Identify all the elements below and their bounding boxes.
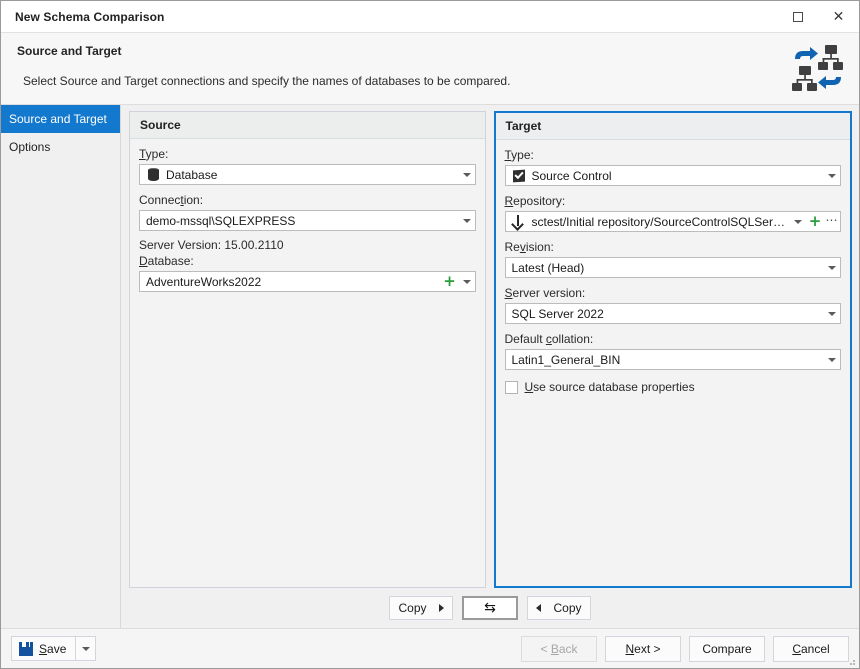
- chevron-down-icon[interactable]: [824, 266, 840, 270]
- window-controls: ✕: [777, 1, 859, 32]
- source-connection-label: Connection:: [139, 193, 204, 207]
- save-split-button: Save: [11, 636, 97, 661]
- source-type-value: Database: [166, 167, 218, 182]
- source-type-combo[interactable]: Database: [139, 164, 476, 185]
- target-type-value: Source Control: [531, 168, 612, 183]
- next-label: Next >: [625, 641, 661, 656]
- target-revision-value: Latest (Head): [511, 260, 585, 275]
- chevron-down-icon: [78, 647, 94, 651]
- source-panel-body: Type: Database Connection: demo-mssql\SQ…: [130, 139, 485, 587]
- swap-source-target-button[interactable]: ⇆: [462, 596, 518, 620]
- save-button[interactable]: Save: [11, 636, 77, 661]
- target-repository-label: Repository:: [504, 194, 566, 208]
- dialog-body: Source and Target Options Source Type: D…: [1, 105, 859, 628]
- target-collation-label: Default collation:: [504, 332, 594, 346]
- page-header: Source and Target Select Source and Targ…: [1, 32, 859, 105]
- swap-arrows-icon: ⇆: [484, 600, 496, 616]
- target-repository-combo[interactable]: sctest/Initial repository/SourceControlS…: [504, 211, 841, 232]
- arrow-right-icon: [439, 604, 444, 612]
- target-revision-label: Revision:: [504, 240, 554, 254]
- save-floppy-icon: [19, 641, 33, 656]
- sidebar-item-label: Options: [9, 140, 51, 154]
- plus-icon[interactable]: +: [441, 274, 459, 289]
- source-type-label: Type:: [139, 147, 169, 161]
- sidebar-nav: Source and Target Options: [1, 105, 121, 628]
- page-description: Select Source and Target connections and…: [23, 74, 511, 88]
- resize-grip[interactable]: [846, 655, 856, 665]
- source-database-value: AdventureWorks2022: [146, 274, 262, 289]
- database-icon: [144, 168, 162, 181]
- target-revision-combo[interactable]: Latest (Head): [504, 257, 841, 278]
- target-type-combo[interactable]: Source Control: [504, 165, 841, 186]
- chevron-down-icon[interactable]: [824, 174, 840, 178]
- maximize-button[interactable]: [777, 1, 818, 32]
- window-title: New Schema Comparison: [15, 9, 165, 24]
- copy-to-target-label: Copy: [398, 601, 427, 615]
- use-source-properties-row[interactable]: Use source database properties: [504, 380, 842, 394]
- sidebar-item-label: Source and Target: [9, 112, 107, 126]
- dialog-footer: Save < Back Next > Compare Cancel: [1, 628, 859, 668]
- back-label: < Back: [540, 641, 578, 656]
- source-panel-title: Source: [130, 112, 485, 139]
- target-collation-value: Latin1_General_BIN: [511, 352, 621, 367]
- source-control-icon: [510, 169, 528, 182]
- sidebar-item-source-and-target[interactable]: Source and Target: [1, 105, 120, 133]
- target-panel: Target Type: Source Control Repository: …: [493, 111, 852, 588]
- source-connection-value: demo-mssql\SQLEXPRESS: [146, 213, 296, 228]
- wizard-nav-buttons: < Back Next > Compare Cancel: [521, 635, 849, 662]
- target-repository-value: sctest/Initial repository/SourceControlS…: [531, 214, 791, 229]
- target-server-version-label: Server version:: [504, 286, 586, 300]
- target-collation-combo[interactable]: Latin1_General_BIN: [504, 349, 841, 370]
- chevron-down-icon[interactable]: [790, 220, 806, 224]
- page-title: Source and Target: [17, 44, 122, 58]
- next-button[interactable]: Next >: [605, 635, 681, 662]
- arrow-left-icon: [536, 604, 541, 612]
- back-button[interactable]: < Back: [521, 635, 597, 662]
- cancel-label: Cancel: [792, 641, 830, 656]
- chevron-down-icon[interactable]: [459, 280, 475, 284]
- maximize-icon: [792, 11, 803, 22]
- close-button[interactable]: ✕: [818, 1, 859, 32]
- copy-to-source-label: Copy: [553, 601, 582, 615]
- use-source-properties-label: Use source database properties: [524, 380, 695, 394]
- copy-to-target-button[interactable]: Copy: [389, 596, 453, 620]
- source-connection-combo[interactable]: demo-mssql\SQLEXPRESS: [139, 210, 476, 231]
- main-content: Source Type: Database Connection: demo-m…: [121, 105, 859, 628]
- ellipsis-icon[interactable]: ⋯: [824, 213, 840, 231]
- chevron-down-icon[interactable]: [459, 173, 475, 177]
- schema-comparison-dialog: New Schema Comparison ✕ Source and Targe…: [0, 0, 860, 669]
- chevron-down-icon[interactable]: [459, 219, 475, 223]
- target-panel-title: Target: [495, 113, 850, 140]
- source-database-label: Database:: [139, 254, 194, 268]
- close-icon: ✕: [832, 8, 845, 25]
- target-server-version-value: SQL Server 2022: [511, 306, 604, 321]
- copy-to-source-button[interactable]: Copy: [527, 596, 591, 620]
- branch-icon: [510, 215, 528, 228]
- compare-button[interactable]: Compare: [689, 635, 765, 662]
- target-server-version-combo[interactable]: SQL Server 2022: [504, 303, 841, 324]
- cancel-button[interactable]: Cancel: [773, 635, 849, 662]
- source-database-combo[interactable]: AdventureWorks2022 +: [139, 271, 476, 292]
- copy-direction-toolbar: Copy ⇆ Copy: [121, 588, 859, 628]
- save-dropdown-button[interactable]: [76, 636, 97, 661]
- title-bar: New Schema Comparison ✕: [1, 1, 859, 32]
- panels-container: Source Type: Database Connection: demo-m…: [121, 105, 859, 588]
- use-source-properties-checkbox[interactable]: [504, 380, 518, 394]
- save-label: Save: [39, 641, 67, 656]
- chevron-down-icon[interactable]: [824, 358, 840, 362]
- chevron-down-icon[interactable]: [824, 312, 840, 316]
- sidebar-item-options[interactable]: Options: [1, 133, 120, 161]
- target-type-label: Type:: [504, 148, 534, 162]
- plus-icon[interactable]: +: [806, 214, 824, 229]
- source-server-version: Server Version: 15.00.2110: [139, 238, 284, 252]
- compare-label: Compare: [702, 641, 752, 656]
- schema-compare-logo-icon: [787, 37, 849, 99]
- target-panel-body: Type: Source Control Repository: sctest/…: [496, 140, 851, 586]
- source-panel: Source Type: Database Connection: demo-m…: [129, 111, 486, 588]
